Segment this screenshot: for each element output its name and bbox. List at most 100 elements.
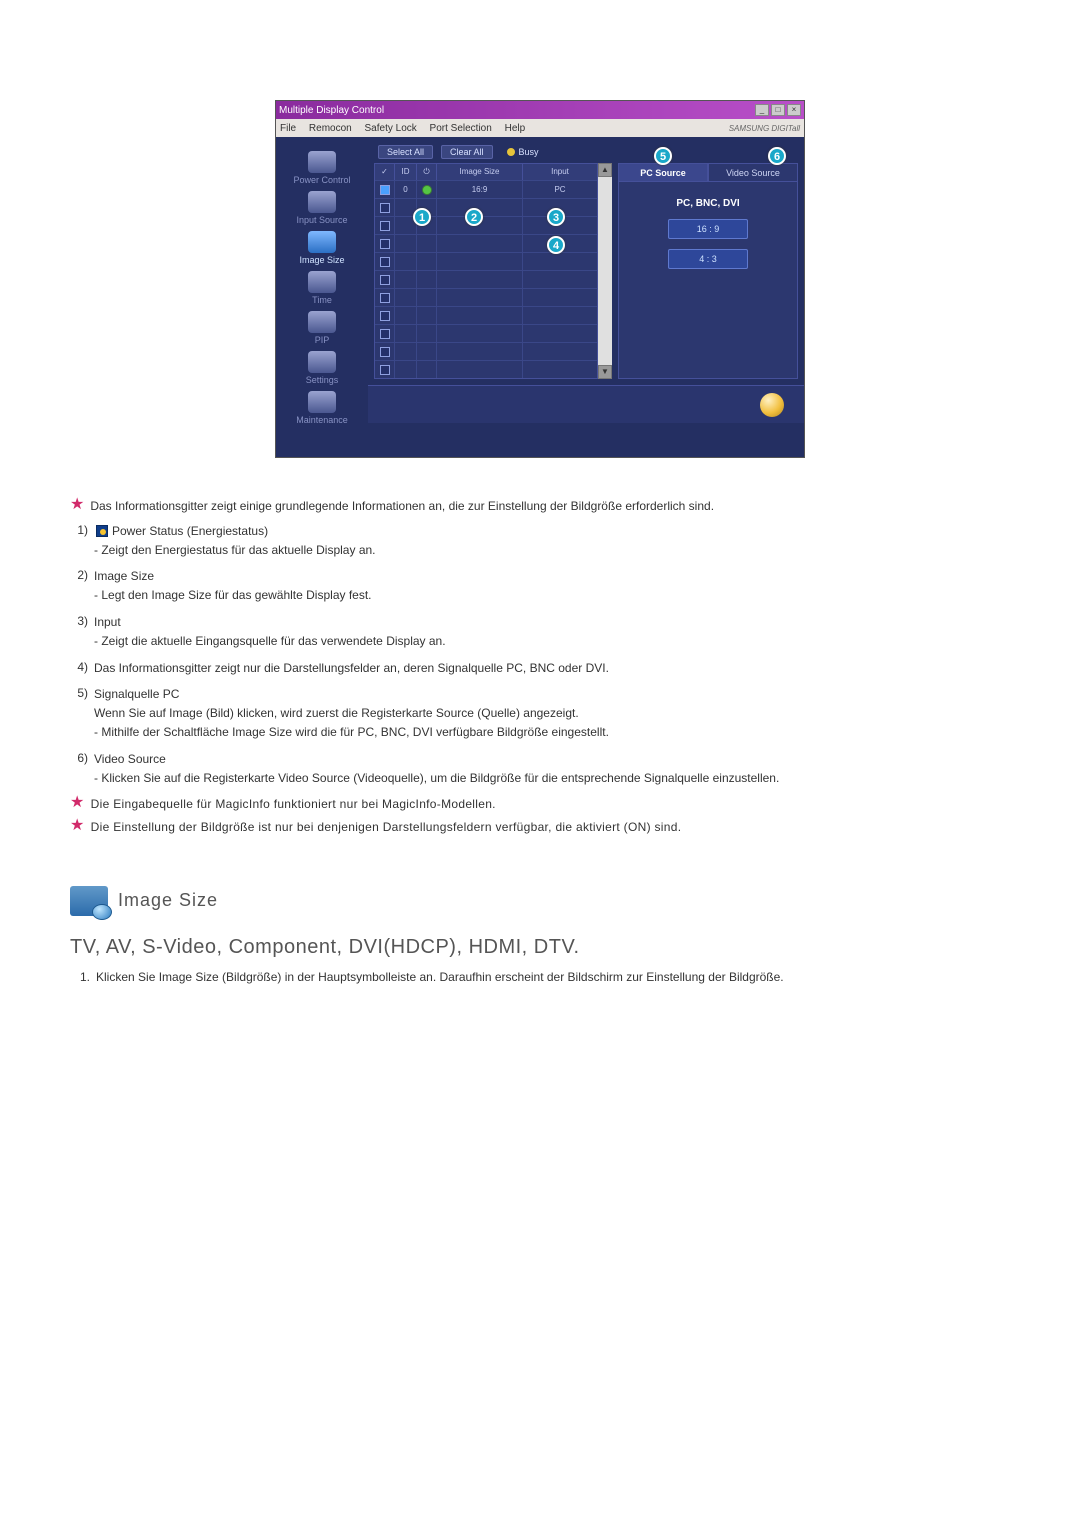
- table-row[interactable]: [375, 360, 597, 378]
- busy-indicator: Busy: [507, 147, 539, 157]
- doc-item-sub: Zeigt den Energiestatus für das aktuelle…: [94, 542, 1010, 559]
- star-icon: ★: [70, 819, 85, 833]
- row-checkbox[interactable]: [380, 239, 390, 249]
- row-checkbox[interactable]: [380, 311, 390, 321]
- grid-header-image-size: Image Size: [437, 164, 523, 180]
- row-checkbox[interactable]: [380, 185, 390, 195]
- doc-item-number: 3): [70, 614, 88, 650]
- sidebar-item-settings[interactable]: Settings: [282, 347, 362, 387]
- explanation-section: ★ Das Informationsgitter zeigt einige gr…: [60, 498, 1020, 986]
- maximize-button[interactable]: □: [771, 104, 785, 116]
- sidebar-item-maintenance[interactable]: Maintenance: [282, 387, 362, 427]
- tab-video-source[interactable]: Video Source: [708, 163, 798, 181]
- titlebar: Multiple Display Control _ □ ×: [276, 101, 804, 119]
- sidebar-item-image-size[interactable]: Image Size: [282, 227, 362, 267]
- clear-all-button[interactable]: Clear All: [441, 145, 493, 159]
- scroll-down-icon[interactable]: ▼: [598, 365, 612, 379]
- menu-remocon[interactable]: Remocon: [309, 123, 352, 134]
- row-checkbox[interactable]: [380, 203, 390, 213]
- sidebar-item-power-control[interactable]: Power Control: [282, 147, 362, 187]
- doc-item-title: Signalquelle PC: [94, 687, 179, 701]
- row-checkbox[interactable]: [380, 221, 390, 231]
- row-image-size: [437, 325, 523, 342]
- sidebar-item-time[interactable]: Time: [282, 267, 362, 307]
- close-button[interactable]: ×: [787, 104, 801, 116]
- section-heading: Image Size: [70, 886, 1010, 916]
- row-input: [523, 361, 597, 378]
- sidebar-icon: [308, 231, 336, 253]
- row-image-size: [437, 361, 523, 378]
- row-id: 0: [395, 181, 417, 198]
- table-row[interactable]: [375, 270, 597, 288]
- sidebar-item-pip[interactable]: PIP: [282, 307, 362, 347]
- grid-header-check[interactable]: ✓: [375, 164, 395, 180]
- row-image-size: [437, 343, 523, 360]
- doc-item-number: 2): [70, 568, 88, 604]
- row-checkbox[interactable]: [380, 329, 390, 339]
- doc-item-title: Das Informationsgitter zeigt nur die Dar…: [94, 661, 609, 675]
- menu-safety-lock[interactable]: Safety Lock: [365, 123, 417, 134]
- row-input: [523, 253, 597, 270]
- sidebar-label: Image Size: [282, 255, 362, 265]
- row-image-size: [437, 307, 523, 324]
- btn-16-9[interactable]: 16 : 9: [668, 219, 748, 239]
- doc-item: 5)Signalquelle PCWenn Sie auf Image (Bil…: [70, 686, 1010, 740]
- statusbar: [368, 385, 804, 423]
- btn-4-3[interactable]: 4 : 3: [668, 249, 748, 269]
- grid-header-power-icon: ⏻: [417, 164, 437, 180]
- doc-item-body: Image Size Legt den Image Size für das ge…: [94, 568, 1010, 604]
- status-icon: [760, 393, 784, 417]
- doc-item-body: Signalquelle PC Wenn Sie auf Image (Bild)…: [94, 686, 1010, 740]
- source-label: PC, BNC, DVI: [676, 198, 739, 209]
- scroll-up-icon[interactable]: ▲: [598, 163, 612, 177]
- table-row[interactable]: [375, 288, 597, 306]
- callout-1: 1: [413, 208, 431, 226]
- table-row[interactable]: [375, 306, 597, 324]
- doc-item-sub: Legt den Image Size für das gewählte Dis…: [94, 587, 1010, 604]
- row-image-size: [437, 271, 523, 288]
- sidebar-label: PIP: [282, 335, 362, 345]
- row-input: [523, 271, 597, 288]
- section-title: Image Size: [118, 890, 218, 911]
- table-row[interactable]: [375, 324, 597, 342]
- grid-scrollbar[interactable]: ▲ ▼: [598, 163, 612, 379]
- warn-1: ★ Die Eingabequelle für MagicInfo funkti…: [70, 796, 1010, 813]
- callout-4: 4: [547, 236, 565, 254]
- menu-help[interactable]: Help: [505, 123, 526, 134]
- doc-item-title: Image Size: [94, 569, 154, 583]
- table-row[interactable]: [375, 252, 597, 270]
- row-input: PC: [523, 181, 597, 198]
- doc-item-body: Video SourceKlicken Sie auf die Register…: [94, 751, 1010, 787]
- sidebar-label: Time: [282, 295, 362, 305]
- doc-item-body: Power Status (Energiestatus)Zeigt den En…: [94, 523, 1010, 559]
- callout-2: 2: [465, 208, 483, 226]
- table-row[interactable]: 0 16:9PC: [375, 180, 597, 198]
- sidebar-icon: [308, 311, 336, 333]
- star-icon: ★: [70, 498, 84, 512]
- row-checkbox[interactable]: [380, 365, 390, 375]
- row-checkbox[interactable]: [380, 257, 390, 267]
- callout-3: 3: [547, 208, 565, 226]
- doc-item-number: 4): [70, 660, 88, 677]
- minimize-button[interactable]: _: [755, 104, 769, 116]
- menu-file[interactable]: File: [280, 123, 296, 134]
- warn-1-text: Die Eingabequelle für MagicInfo funktion…: [91, 796, 496, 813]
- menu-port-selection[interactable]: Port Selection: [430, 123, 492, 134]
- doc-item-sub: Wenn Sie auf Image (Bild) klicken, wird …: [94, 705, 1010, 722]
- doc-item: 1)Power Status (Energiestatus)Zeigt den …: [70, 523, 1010, 559]
- toolbar: Select All Clear All Busy: [368, 137, 804, 163]
- row-checkbox[interactable]: [380, 293, 390, 303]
- tab-pc-source[interactable]: PC Source: [618, 163, 708, 181]
- table-row[interactable]: [375, 342, 597, 360]
- row-id: [395, 361, 417, 378]
- sidebar-icon: [308, 151, 336, 173]
- sidebar-icon: [308, 191, 336, 213]
- row-checkbox[interactable]: [380, 275, 390, 285]
- row-image-size: [437, 253, 523, 270]
- row-checkbox[interactable]: [380, 347, 390, 357]
- row-image-size: 16:9: [437, 181, 523, 198]
- sidebar-item-input-source[interactable]: Input Source: [282, 187, 362, 227]
- section-subtitle: TV, AV, S-Video, Component, DVI(HDCP), H…: [70, 936, 1010, 959]
- image-size-icon: [70, 886, 108, 916]
- select-all-button[interactable]: Select All: [378, 145, 433, 159]
